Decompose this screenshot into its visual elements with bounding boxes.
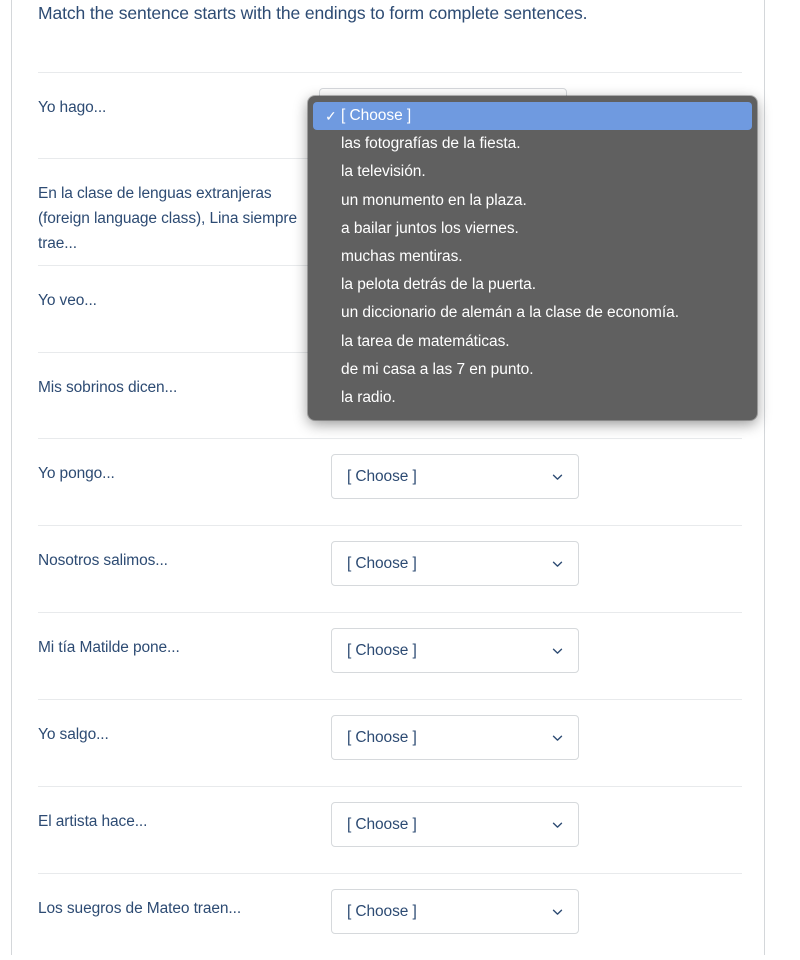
select-value: [ Choose ]: [347, 554, 417, 572]
ending-select-7[interactable]: [ Choose ]: [331, 715, 579, 760]
dropdown-option[interactable]: a bailar juntos los viernes.: [313, 215, 752, 243]
select-wrapper: [ Choose ]: [318, 613, 579, 673]
ending-select-6[interactable]: [ Choose ]: [331, 628, 579, 673]
chevron-down-icon: [551, 644, 564, 657]
dropdown-option-label: a bailar juntos los viernes.: [341, 219, 519, 237]
dropdown-option-label: la pelota detrás de la puerta.: [341, 276, 536, 294]
dropdown-option-label: de mi casa a las 7 en punto.: [341, 360, 534, 378]
ending-select-4[interactable]: [ Choose ]: [331, 454, 579, 499]
chevron-down-icon: [551, 731, 564, 744]
dropdown-option-label: [ Choose ]: [341, 107, 412, 125]
sentence-start-label: Mi tía Matilde pone...: [38, 639, 180, 656]
chevron-down-icon: [551, 905, 564, 918]
table-row: El artista hace... [ Choose ]: [38, 786, 742, 873]
dropdown-option-label: un monumento en la plaza.: [341, 191, 527, 209]
sentence-start-label: Yo veo...: [38, 292, 97, 309]
table-row: Mi tía Matilde pone... [ Choose ]: [38, 612, 742, 699]
chevron-down-icon: [551, 557, 564, 570]
select-wrapper: [ Choose ]: [318, 700, 579, 760]
sentence-start-label: Los suegros de Mateo traen...: [38, 900, 242, 917]
ending-select-8[interactable]: [ Choose ]: [331, 802, 579, 847]
select-value: [ Choose ]: [347, 641, 417, 659]
select-wrapper: [ Choose ]: [318, 526, 579, 586]
table-row: Nosotros salimos... [ Choose ]: [38, 525, 742, 612]
sentence-start-label: Yo hago...: [38, 99, 107, 116]
select-value: [ Choose ]: [347, 815, 417, 833]
sentence-start-label: Yo salgo...: [38, 726, 109, 743]
select-wrapper: [ Choose ]: [318, 874, 579, 934]
sentence-start-label: Nosotros salimos...: [38, 552, 168, 569]
sentence-start-label: Mis sobrinos dicen...: [38, 379, 178, 396]
dropdown-option[interactable]: ✓[ Choose ]: [313, 102, 752, 131]
table-row: Yo pongo... [ Choose ]: [38, 438, 742, 525]
sentence-start-label: Yo pongo...: [38, 465, 115, 482]
table-row: Los suegros de Mateo traen... [ Choose ]: [38, 873, 742, 960]
dropdown-option-label: un diccionario de alemán a la clase de e…: [341, 304, 679, 322]
table-row: Yo salgo... [ Choose ]: [38, 699, 742, 786]
sentence-start-label: El artista hace...: [38, 813, 148, 830]
dropdown-option[interactable]: la tarea de matemáticas.: [313, 328, 752, 356]
dropdown-option[interactable]: un monumento en la plaza.: [313, 187, 752, 215]
check-icon: ✓: [325, 108, 337, 125]
dropdown-option[interactable]: la televisión.: [313, 158, 752, 186]
dropdown-option-label: muchas mentiras.: [341, 248, 463, 266]
select-value: [ Choose ]: [347, 902, 417, 920]
sentence-start-label: En la clase de lenguas extranjeras (fore…: [38, 185, 297, 252]
question-prompt: Match the sentence starts with the endin…: [38, 3, 588, 23]
select-wrapper: [ Choose ]: [318, 439, 579, 499]
select-value: [ Choose ]: [347, 728, 417, 746]
dropdown-option[interactable]: un diccionario de alemán a la clase de e…: [313, 299, 752, 327]
dropdown-option-label: las fotografías de la fiesta.: [341, 135, 521, 153]
chevron-down-icon: [551, 818, 564, 831]
dropdown-option-label: la radio.: [341, 388, 396, 406]
dropdown-option-label: la tarea de matemáticas.: [341, 332, 510, 350]
ending-select-5[interactable]: [ Choose ]: [331, 541, 579, 586]
ending-select-9[interactable]: [ Choose ]: [331, 889, 579, 934]
chevron-down-icon: [551, 470, 564, 483]
select-value: [ Choose ]: [347, 467, 417, 485]
select-dropdown-popup[interactable]: ✓[ Choose ] las fotografías de la fiesta.…: [308, 96, 757, 421]
dropdown-option[interactable]: de mi casa a las 7 en punto.: [313, 356, 752, 384]
dropdown-option[interactable]: la radio.: [313, 384, 752, 412]
dropdown-option[interactable]: muchas mentiras.: [313, 243, 752, 271]
select-wrapper: [ Choose ]: [318, 787, 579, 847]
dropdown-option-label: la televisión.: [341, 163, 426, 181]
dropdown-option[interactable]: las fotografías de la fiesta.: [313, 130, 752, 158]
dropdown-option[interactable]: la pelota detrás de la puerta.: [313, 271, 752, 299]
